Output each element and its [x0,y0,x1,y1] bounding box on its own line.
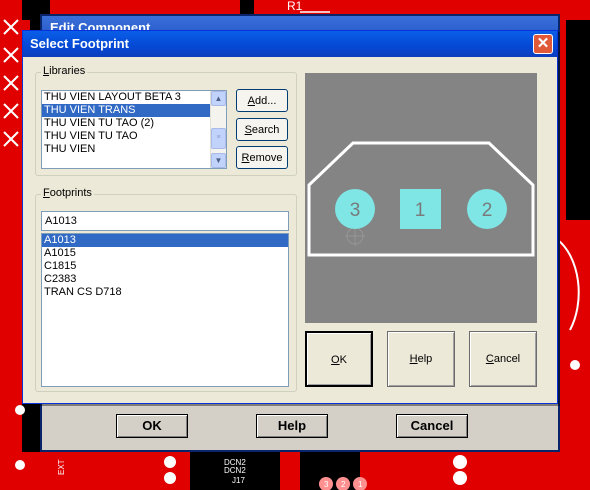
pad-number: 6 [458,474,463,483]
list-item[interactable]: A1013 [42,234,288,247]
designator-label: R1 [287,0,303,13]
list-item[interactable]: C1815 [42,260,288,273]
silk-label: EXT [57,459,66,475]
list-item[interactable]: THU VIEN TRANS [42,104,226,117]
footprint-preview-canvas: 3 1 2 [307,141,535,257]
edit-cancel-button[interactable]: Cancel [396,414,468,438]
add-library-button[interactable]: Add... [236,89,288,112]
scroll-thumb[interactable]: ≡ [211,128,226,149]
footprint-pad: 3 [335,189,375,229]
pad-label: 3 [350,200,361,221]
list-item[interactable]: THU VIEN [42,143,226,156]
footprint-pad: 2 [467,189,507,229]
edit-ok-button[interactable]: OK [116,414,188,438]
help-button[interactable]: Help [387,331,455,387]
pad-number: 3 [324,480,329,489]
ok-button[interactable]: OK [305,331,373,387]
silk-label: DCN2 [224,466,246,475]
search-library-button[interactable]: Search [236,118,288,141]
pad-number: 1 [358,480,363,489]
list-item[interactable]: THU VIEN TU TAO [42,130,226,143]
list-item[interactable]: TRAN CS D718 [42,286,288,299]
pad-number: 5 [458,458,463,467]
silk-label: J17 [232,476,245,485]
scroll-up-icon[interactable]: ▲ [211,91,226,106]
pad-number: 2 [341,480,346,489]
footprints-list[interactable]: A1013 A1015 C1815 C2383 TRAN CS D718 [41,233,289,387]
libraries-group-label: Libraries [41,65,88,77]
list-item[interactable]: THU VIEN TU TAO (2) [42,117,226,130]
libraries-scrollbar[interactable]: ▲ ≡ ▼ [210,91,226,168]
pad-label: 1 [415,200,426,221]
footprint-pad: 1 [400,189,441,229]
cancel-button[interactable]: Cancel [469,331,537,387]
remove-library-button[interactable]: Remove [236,146,288,169]
pad-label: 2 [482,200,493,221]
edit-help-button[interactable]: Help [256,414,328,438]
footprint-preview: 3 1 2 [305,73,537,323]
list-item[interactable]: C2383 [42,273,288,286]
select-footprint-dialog: Select Footprint ✕ Libraries THU VIEN LA… [22,30,558,404]
dialog-title: Select Footprint [23,31,557,57]
scroll-down-icon[interactable]: ▼ [211,153,226,168]
libraries-list[interactable]: THU VIEN LAYOUT BETA 3 THU VIEN TRANS THU … [41,90,227,169]
list-item[interactable]: A1015 [42,247,288,260]
close-icon[interactable]: ✕ [533,34,553,54]
footprints-group-label: Footprints [41,187,94,199]
footprint-filter-input[interactable] [41,211,289,231]
list-item[interactable]: THU VIEN LAYOUT BETA 3 [42,91,226,104]
